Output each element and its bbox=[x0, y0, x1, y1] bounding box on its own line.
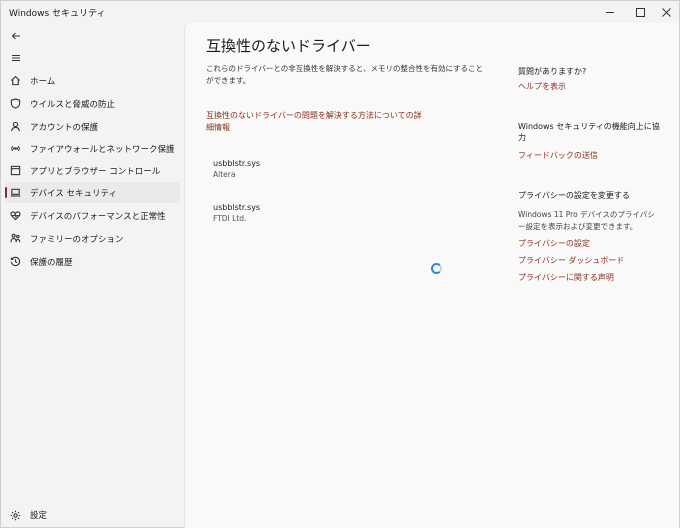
sidebar-item-label: ファミリーのオプション bbox=[30, 234, 124, 245]
feedback-link[interactable]: フィードバックの送信 bbox=[518, 150, 598, 161]
history-icon bbox=[9, 256, 21, 268]
sidebar-item-label: 保護の履歴 bbox=[30, 257, 73, 268]
close-button[interactable] bbox=[651, 1, 680, 23]
driver-vendor: FTDI Ltd. bbox=[213, 214, 247, 223]
details-link[interactable]: 互換性のないドライバーの問題を解決する方法についての詳細情報 bbox=[206, 110, 426, 134]
settings-label: 設定 bbox=[30, 511, 48, 521]
sidebar: ホーム ウイルスと脅威の防止 アカウントの保護 ファイアウォールとネットワーク保… bbox=[1, 23, 183, 528]
sidebar-item-label: ウイルスと脅威の防止 bbox=[30, 99, 116, 110]
loading-spinner bbox=[431, 263, 442, 274]
hamburger-icon bbox=[12, 55, 20, 61]
page-description: これらのドライバーとの非互換性を解決すると、メモリの整合性を有効にすることができ… bbox=[206, 64, 484, 85]
sidebar-item-label: ホーム bbox=[30, 76, 56, 87]
minimize-button[interactable] bbox=[595, 1, 625, 23]
sidebar-item-label: デバイス セキュリティ bbox=[30, 188, 117, 199]
app-window: Windows セキュリティ ホーム ウイルスと脅威の防止 アカウントの保護 フ… bbox=[0, 0, 680, 528]
gear-icon bbox=[9, 509, 21, 521]
sidebar-item-device-security[interactable]: デバイス セキュリティ bbox=[5, 182, 180, 203]
app-window-icon bbox=[9, 165, 21, 177]
sidebar-item-home[interactable]: ホーム bbox=[5, 70, 180, 91]
sidebar-item-account-protection[interactable]: アカウントの保護 bbox=[5, 116, 180, 137]
sidebar-item-app-browser[interactable]: アプリとブラウザー コントロール bbox=[5, 160, 180, 181]
sidebar-item-label: ファイアウォールとネットワーク保護 bbox=[30, 144, 175, 155]
privacy-statement-link[interactable]: プライバシーに関する声明 bbox=[518, 272, 614, 283]
title-bar[interactable]: Windows セキュリティ bbox=[1, 1, 679, 23]
driver-vendor: Altera bbox=[213, 170, 236, 179]
window-title: Windows セキュリティ bbox=[9, 9, 106, 19]
privacy-heading: プライバシーの設定を変更する bbox=[518, 191, 630, 200]
sidebar-item-label: デバイスのパフォーマンスと正常性 bbox=[30, 211, 166, 222]
family-icon bbox=[9, 233, 21, 245]
privacy-dashboard-link[interactable]: プライバシー ダッシュボード bbox=[518, 255, 624, 266]
help-heading: 質問がありますか? bbox=[518, 67, 587, 76]
wifi-icon bbox=[9, 143, 21, 155]
driver-name: usbblstr.sys bbox=[213, 159, 261, 168]
sidebar-item-settings[interactable]: 設定 bbox=[5, 505, 180, 525]
privacy-settings-link[interactable]: プライバシーの設定 bbox=[518, 238, 590, 249]
sidebar-item-label: アプリとブラウザー コントロール bbox=[30, 166, 161, 177]
close-icon bbox=[661, 7, 671, 17]
arrow-left-icon bbox=[11, 32, 20, 40]
driver-item[interactable]: usbblstr.sys FTDI Ltd. bbox=[213, 202, 413, 224]
help-link[interactable]: ヘルプを表示 bbox=[518, 81, 566, 92]
sidebar-item-protection-history[interactable]: 保護の履歴 bbox=[5, 251, 180, 272]
sidebar-item-label: アカウントの保護 bbox=[30, 122, 99, 133]
privacy-description: Windows 11 Pro デバイスのプライバシー設定を表示および変更できます… bbox=[518, 210, 655, 231]
back-button[interactable] bbox=[9, 29, 23, 43]
home-icon bbox=[9, 75, 21, 87]
sidebar-item-device-performance[interactable]: デバイスのパフォーマンスと正常性 bbox=[5, 205, 180, 226]
page-title: 互換性のないドライバー bbox=[206, 37, 371, 55]
shield-icon bbox=[9, 98, 21, 110]
sidebar-item-virus-protection[interactable]: ウイルスと脅威の防止 bbox=[5, 93, 180, 114]
sidebar-item-family-options[interactable]: ファミリーのオプション bbox=[5, 228, 180, 249]
driver-name: usbblstr.sys bbox=[213, 203, 261, 212]
improve-heading: Windows セキュリティの機能向上に協力 bbox=[518, 122, 660, 142]
hamburger-menu-button[interactable] bbox=[9, 51, 23, 65]
heart-icon bbox=[9, 210, 21, 222]
laptop-icon bbox=[9, 187, 21, 199]
main-content: 互換性のないドライバー これらのドライバーとの非互換性を解決すると、メモリの整合… bbox=[184, 23, 679, 528]
person-icon bbox=[9, 121, 21, 133]
sidebar-item-firewall[interactable]: ファイアウォールとネットワーク保護 bbox=[5, 138, 180, 159]
driver-item[interactable]: usbblstr.sys Altera bbox=[213, 158, 413, 180]
